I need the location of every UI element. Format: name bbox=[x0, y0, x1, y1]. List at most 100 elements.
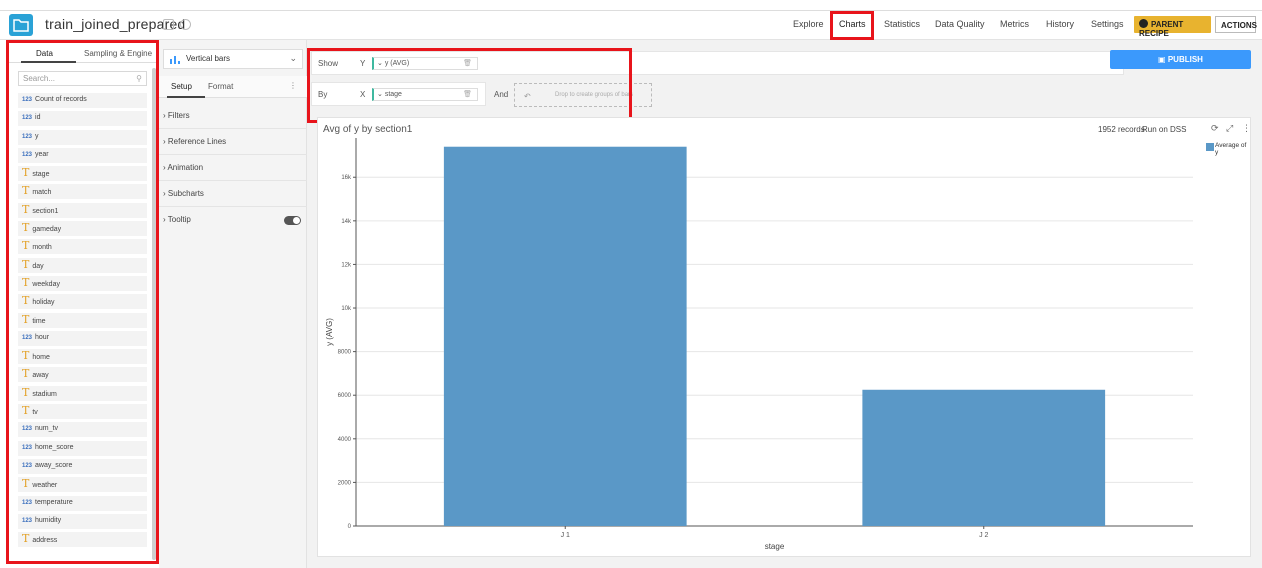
nav-settings[interactable]: Settings bbox=[1091, 19, 1124, 29]
vertical-bars-icon bbox=[170, 56, 180, 64]
x-axis-label: stage bbox=[765, 542, 785, 551]
y-tick-label: 16k bbox=[341, 175, 352, 181]
column-item[interactable]: Tmonth bbox=[18, 239, 147, 255]
y-tick-label: 8000 bbox=[338, 350, 352, 356]
nav-data-quality[interactable]: Data Quality bbox=[935, 19, 985, 29]
text-type-icon: T bbox=[22, 221, 30, 235]
column-name: weather bbox=[32, 482, 58, 490]
search-icon: ⚲ bbox=[136, 74, 142, 83]
tab-setup[interactable]: Setup bbox=[171, 82, 192, 91]
column-item[interactable]: Taway bbox=[18, 367, 147, 383]
y-tick-label: 14k bbox=[341, 219, 352, 225]
column-item[interactable]: 123 humidity bbox=[18, 513, 147, 529]
column-item[interactable]: Tgameday bbox=[18, 221, 147, 237]
nav-metrics[interactable]: Metrics bbox=[1000, 19, 1029, 29]
parent-recipe-button[interactable]: PARENT RECIPE bbox=[1134, 16, 1211, 38]
number-type-icon: 123 bbox=[22, 334, 33, 341]
column-item[interactable]: 123 num_tv bbox=[18, 422, 147, 438]
number-type-icon: 123 bbox=[22, 133, 33, 140]
tab-format[interactable]: Format bbox=[208, 82, 233, 91]
column-item[interactable]: Tweather bbox=[18, 477, 147, 493]
column-name: stadium bbox=[32, 390, 57, 398]
left-tabs: Data Sampling & Engine bbox=[9, 43, 156, 63]
tab-data[interactable]: Data bbox=[36, 49, 53, 58]
nav-explore[interactable]: Explore bbox=[793, 19, 824, 29]
number-type-icon: 123 bbox=[22, 444, 33, 451]
column-name: away bbox=[32, 372, 49, 380]
text-type-icon: T bbox=[22, 294, 30, 308]
history-icon[interactable] bbox=[180, 19, 191, 30]
column-item[interactable]: 123 hour bbox=[18, 330, 147, 346]
x-tick-label: J 1 bbox=[561, 532, 570, 539]
column-item[interactable]: Tmatch bbox=[18, 184, 147, 200]
text-type-icon: T bbox=[22, 477, 30, 491]
column-name: day bbox=[32, 262, 44, 270]
y-tick-label: 0 bbox=[348, 524, 352, 530]
column-item[interactable]: 123 year bbox=[18, 147, 147, 163]
chart-type-select[interactable]: Vertical bars ⌄ bbox=[163, 49, 303, 69]
column-item[interactable]: Ttv bbox=[18, 404, 147, 420]
section-tooltip[interactable]: › Tooltip bbox=[159, 207, 307, 233]
column-item[interactable]: 123 away_score bbox=[18, 458, 147, 474]
column-name: away_score bbox=[35, 461, 73, 469]
column-item[interactable]: Tday bbox=[18, 257, 147, 273]
column-item[interactable]: Tstage bbox=[18, 166, 147, 182]
bar-chart: 0 2000 4000 6000 8000 10k 12k 14k 16k J 1 J 2 stage… bbox=[325, 138, 1193, 551]
column-item[interactable]: 123 id bbox=[18, 111, 147, 127]
column-item[interactable]: Tweekday bbox=[18, 275, 147, 291]
text-type-icon: T bbox=[22, 275, 30, 289]
column-name: Count of records bbox=[35, 96, 87, 103]
column-name: holiday bbox=[32, 299, 55, 307]
column-item[interactable]: Tholiday bbox=[18, 294, 147, 310]
tooltip-toggle[interactable] bbox=[284, 216, 301, 225]
text-type-icon: T bbox=[22, 257, 30, 271]
section-tooltip-label: Tooltip bbox=[167, 215, 191, 224]
number-type-icon: 123 bbox=[22, 151, 33, 158]
section-reference-lines-label: Reference Lines bbox=[167, 137, 227, 146]
column-item[interactable]: 123 Count of records bbox=[18, 93, 147, 108]
y-tick-label: 6000 bbox=[338, 393, 352, 399]
column-name: month bbox=[32, 244, 52, 252]
tab-underline bbox=[167, 96, 205, 98]
nav-history[interactable]: History bbox=[1046, 19, 1074, 29]
nav-statistics[interactable]: Statistics bbox=[884, 19, 920, 29]
number-type-icon: 123 bbox=[22, 462, 33, 469]
column-name: tv bbox=[32, 409, 38, 417]
copy-icon[interactable] bbox=[163, 19, 174, 30]
y-tick-label: 2000 bbox=[338, 480, 352, 486]
more-options-icon[interactable]: ⋮ bbox=[289, 81, 297, 90]
bar bbox=[443, 146, 687, 526]
section-animation[interactable]: › Animation bbox=[159, 155, 307, 181]
column-item[interactable]: Tstadium bbox=[18, 385, 147, 401]
number-type-icon: 123 bbox=[22, 517, 33, 524]
column-item[interactable]: 123 temperature bbox=[18, 495, 147, 511]
tab-underline bbox=[21, 61, 76, 63]
text-type-icon: T bbox=[22, 404, 30, 418]
section-reference-lines[interactable]: › Reference Lines bbox=[159, 129, 307, 155]
column-item[interactable]: 123 home_score bbox=[18, 440, 147, 456]
section-filters[interactable]: › Filters bbox=[159, 103, 307, 129]
dataset-folder-icon[interactable] bbox=[9, 14, 33, 36]
charts-highlight-box bbox=[830, 11, 874, 40]
tab-sampling-engine[interactable]: Sampling & Engine bbox=[84, 49, 152, 58]
column-search-input[interactable]: Search... ⚲ bbox=[18, 71, 147, 86]
scrollbar[interactable] bbox=[152, 68, 156, 560]
column-item[interactable]: 123 y bbox=[18, 129, 147, 145]
column-item[interactable]: Taddress bbox=[18, 532, 147, 548]
column-name: time bbox=[32, 317, 46, 325]
publish-button[interactable]: ▣ PUBLISH bbox=[1110, 50, 1251, 69]
section-subcharts[interactable]: › Subcharts bbox=[159, 181, 307, 207]
column-list: 123 Count of records 123 id 123 y 123 year Tstag… bbox=[18, 93, 147, 550]
column-item[interactable]: Tsection1 bbox=[18, 202, 147, 218]
text-type-icon: T bbox=[22, 532, 30, 546]
actions-button[interactable]: ACTIONS bbox=[1215, 16, 1257, 33]
section-subcharts-label: Subcharts bbox=[167, 189, 204, 198]
number-type-icon: 123 bbox=[22, 426, 33, 433]
column-name: id bbox=[35, 114, 41, 122]
recipe-icon bbox=[1139, 19, 1148, 28]
app-window: train_joined_prepared Explore Charts Sta… bbox=[0, 0, 1262, 568]
column-item[interactable]: Ttime bbox=[18, 312, 147, 328]
text-type-icon: T bbox=[22, 184, 30, 198]
column-name: temperature bbox=[35, 498, 73, 506]
column-item[interactable]: Thome bbox=[18, 349, 147, 365]
